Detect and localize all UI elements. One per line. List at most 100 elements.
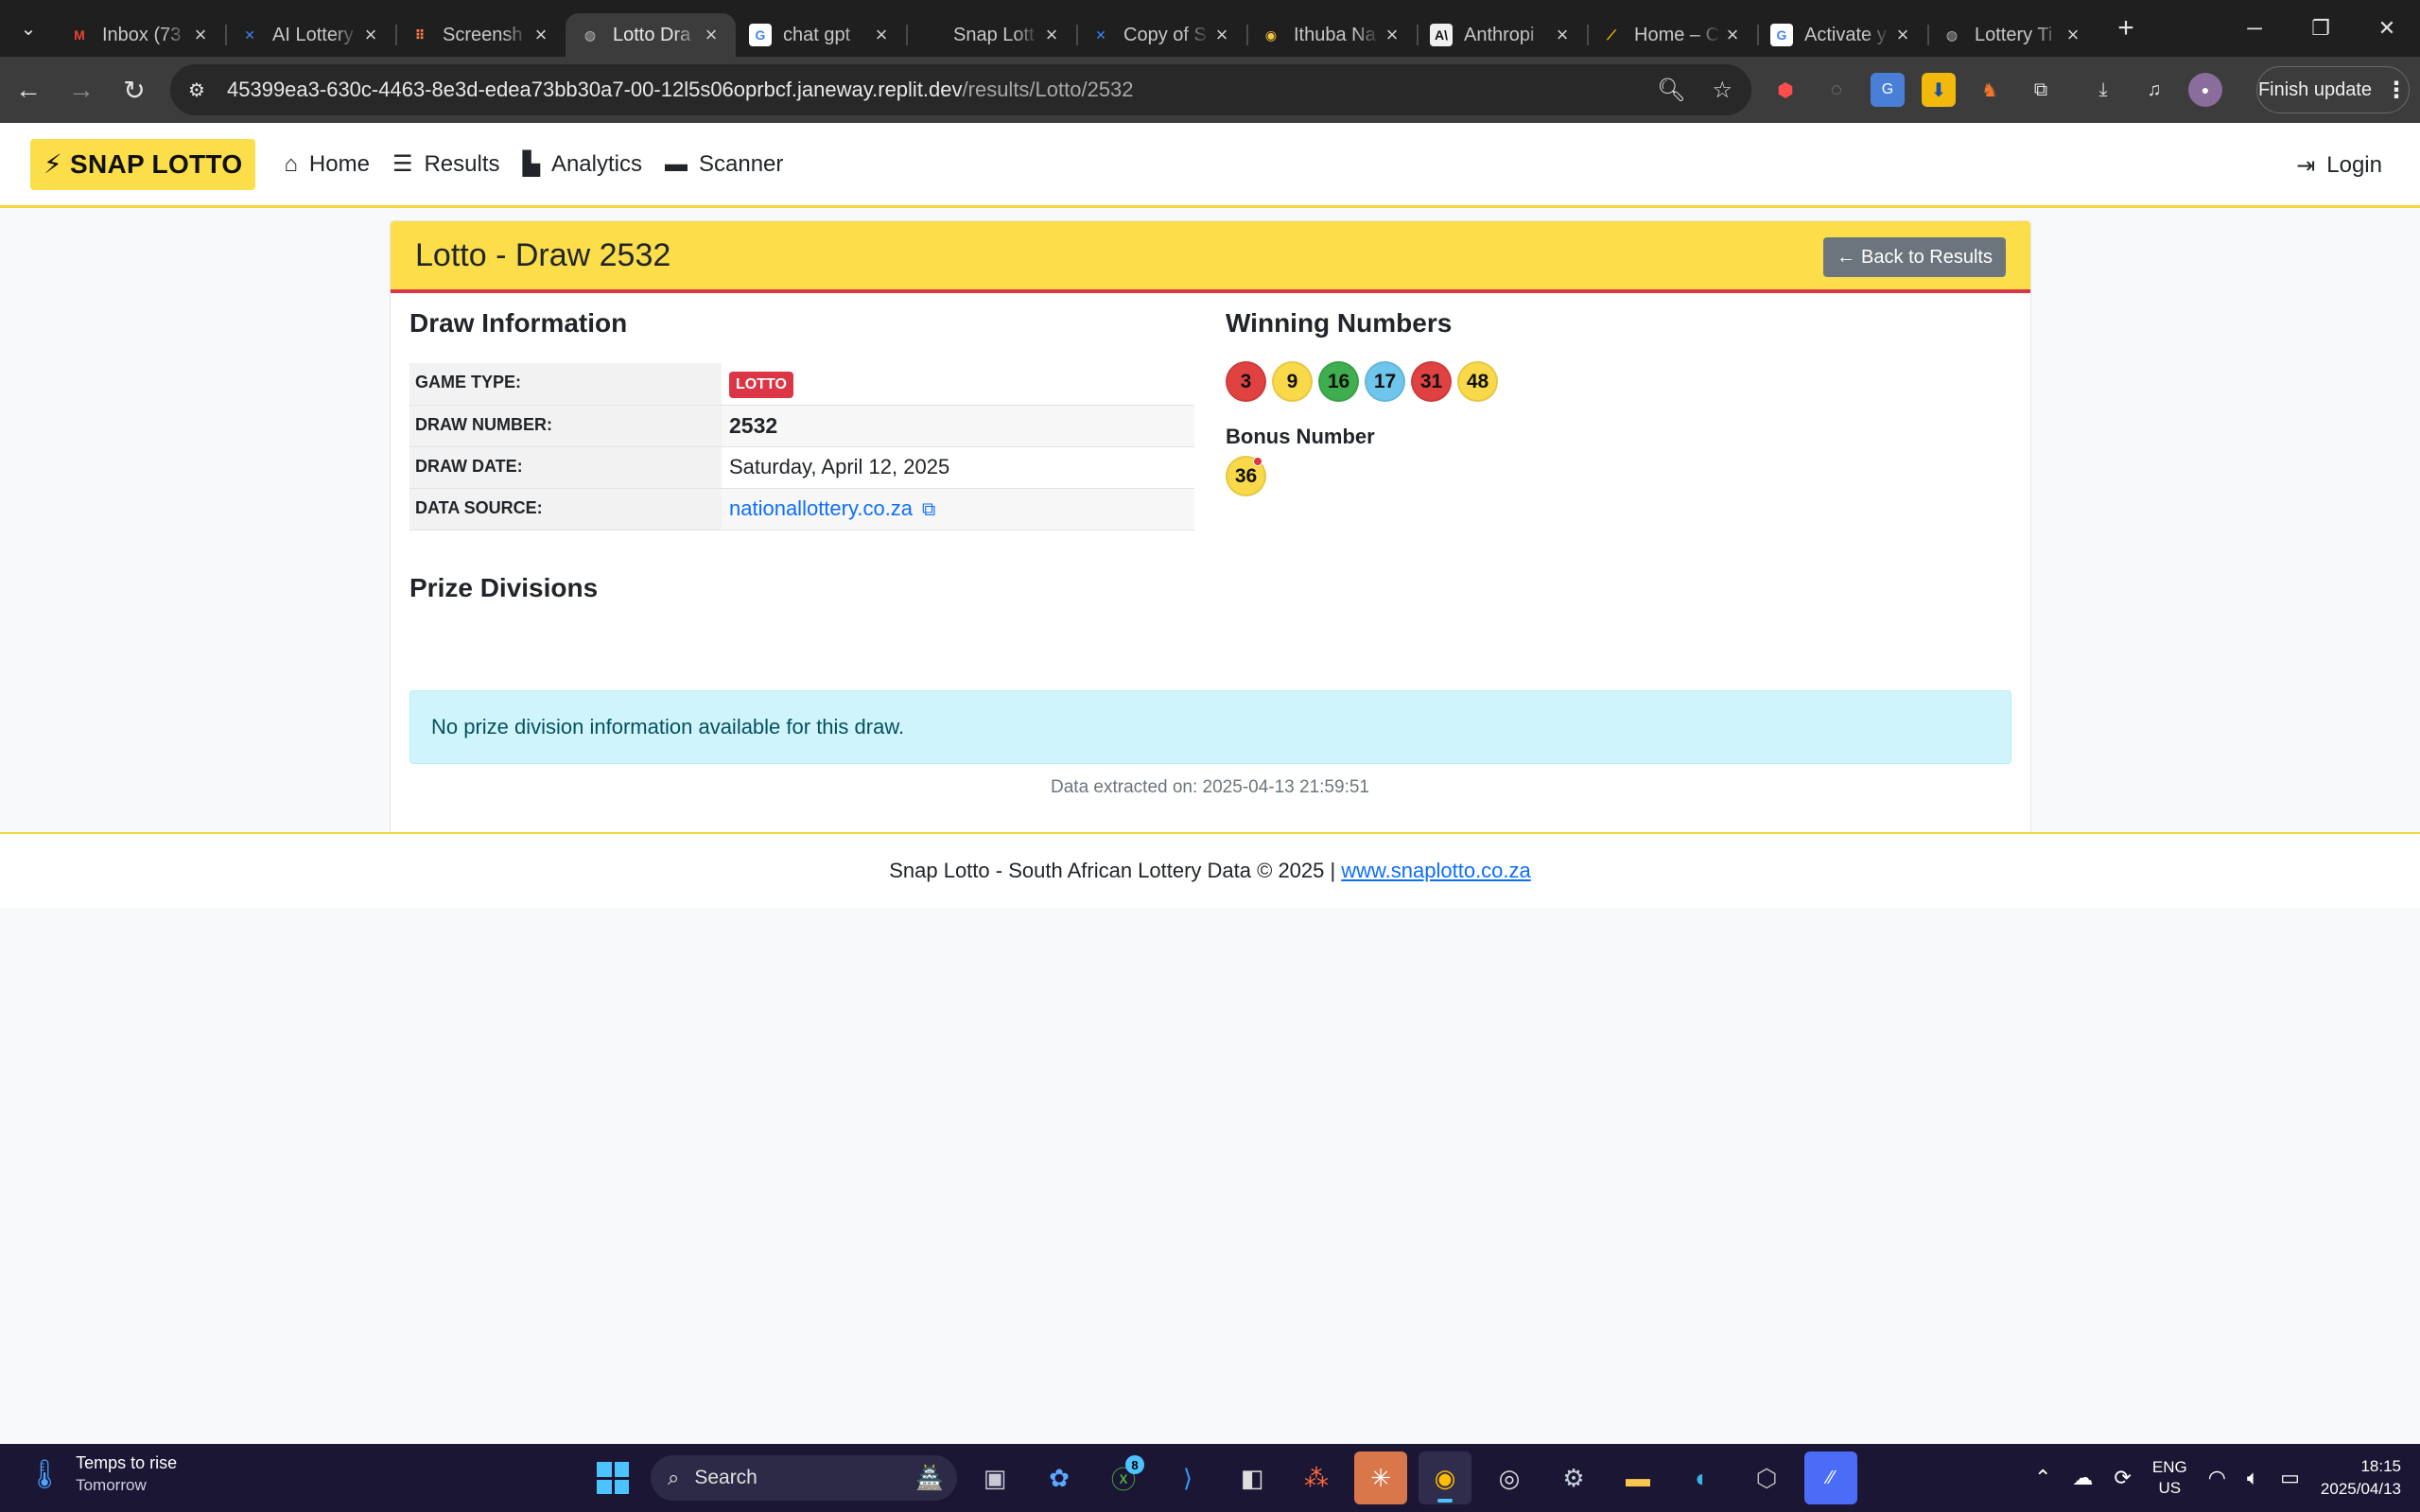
clock[interactable]: 18:15 2025/04/13 <box>2321 1455 2401 1501</box>
tab-title: Ithuba Na <box>1294 24 1376 45</box>
brand-logo[interactable]: ⚡ SNAP LOTTO <box>30 138 256 190</box>
browser-tab[interactable]: ⠿ Screensh × <box>395 13 566 57</box>
back-button[interactable]: ← <box>4 65 53 114</box>
restore-button[interactable]: ❐ <box>2288 0 2354 57</box>
tab-close-icon[interactable]: × <box>1891 23 1914 47</box>
app-blue-square-icon[interactable]: ⁄⁄ <box>1804 1451 1857 1504</box>
tab-close-icon[interactable]: × <box>359 23 382 47</box>
media-control-icon[interactable]: ♫ <box>2137 73 2171 107</box>
bonus-numbers: 36 <box>1226 456 1266 496</box>
login-link[interactable]: ⇥ Login <box>2296 140 2382 191</box>
chrome-icon[interactable]: ◉ <box>1419 1451 1471 1504</box>
new-tab-button[interactable]: + <box>2107 9 2145 47</box>
cursor-app-icon[interactable]: ◧ <box>1226 1451 1279 1504</box>
forward-button[interactable]: → <box>57 65 106 114</box>
browser-tab[interactable]: Snap Lott × <box>906 13 1076 57</box>
clock-time: 18:15 <box>2360 1457 2401 1475</box>
start-button[interactable] <box>586 1451 639 1504</box>
browser-tab[interactable]: ✕ Copy of S × <box>1076 13 1246 57</box>
close-window-button[interactable]: ✕ <box>2354 0 2420 57</box>
draw-card-header: Lotto - Draw 2532 ← Back to Results <box>391 221 2030 293</box>
battery-icon[interactable]: ▭ <box>2280 1466 2300 1490</box>
weather-line2: Tomorrow <box>76 1476 147 1494</box>
winning-ball: 17 <box>1365 361 1405 402</box>
browser-tab[interactable]: A\ Anthropi × <box>1417 13 1587 57</box>
tab-close-icon[interactable]: × <box>2062 23 2084 47</box>
browser-tab[interactable]: Gchat gpt × <box>736 13 906 57</box>
extension-fox-icon[interactable]: ♞ <box>1973 73 2007 107</box>
file-explorer-icon[interactable]: ▬ <box>1611 1451 1664 1504</box>
onedrive-cloud-icon[interactable]: ☁ <box>2072 1466 2093 1490</box>
extension-circle-icon[interactable]: ◌ <box>1819 73 1854 107</box>
browser-tab[interactable]: ◍ Lotto Dra × <box>566 13 736 57</box>
vscode-icon[interactable]: ⟩ <box>1161 1451 1214 1504</box>
extension-download-icon[interactable]: ⬇ <box>1922 73 1956 107</box>
claude-icon[interactable]: ✳ <box>1354 1451 1407 1504</box>
bookmark-star-icon[interactable]: ☆ <box>1712 77 1732 104</box>
extensions-puzzle-icon[interactable]: ⧉ <box>2024 73 2058 107</box>
browser-tab[interactable]: ⟋ Home – C × <box>1587 13 1757 57</box>
minimize-button[interactable]: ─ <box>2221 0 2288 57</box>
chart-icon: ▙ <box>522 151 540 177</box>
back-to-results-button[interactable]: ← Back to Results <box>1823 237 2006 277</box>
nav-analytics[interactable]: ▙ Analytics <box>522 139 642 190</box>
task-view-icon[interactable]: ▣ <box>968 1451 1021 1504</box>
tab-close-icon[interactable]: × <box>700 23 723 47</box>
tab-close-icon[interactable]: × <box>1381 23 1403 47</box>
taskbar-search[interactable]: ⌕ Search 🏯 <box>651 1455 957 1501</box>
zoom-icon[interactable]: 🔍︎ <box>1657 77 1685 104</box>
tab-close-icon[interactable]: × <box>1721 23 1744 47</box>
weather-widget[interactable]: 🌡︎ Temps to rise Tomorrow <box>26 1453 177 1495</box>
steam-icon[interactable]: ⚙ <box>1547 1451 1600 1504</box>
browser-tab[interactable]: ◉ Ithuba Na × <box>1246 13 1417 57</box>
nav-results[interactable]: ☰ Results <box>392 139 500 190</box>
nav-links: ⌂ Home ☰ Results ▙ Analytics ▬ Scanner <box>284 139 783 190</box>
sync-icon[interactable]: ⟳ <box>2114 1466 2131 1490</box>
browser-tab[interactable]: G Activate y × <box>1757 13 1927 57</box>
tab-search-button[interactable]: ⌄ <box>9 9 47 47</box>
site-info-icon[interactable]: ⚙ <box>176 69 218 111</box>
xbox-icon[interactable]: ⓧ 8 <box>1097 1451 1150 1504</box>
browser-tab[interactable]: ◍ Lottery Ti × <box>1927 13 2098 57</box>
page-title: Lotto - Draw 2532 <box>415 236 671 273</box>
input-language[interactable]: ENG US <box>2152 1457 2187 1499</box>
tab-close-icon[interactable]: × <box>189 23 212 47</box>
draw-date-value: Saturday, April 12, 2025 <box>722 446 1194 489</box>
davinci-icon[interactable]: ⁂ <box>1290 1451 1343 1504</box>
copilot-icon[interactable]: ✿ <box>1033 1451 1086 1504</box>
address-bar[interactable]: ⚙ 45399ea3-630c-4463-8e3d-edea73bb30a7-0… <box>170 64 1751 115</box>
downloads-icon[interactable]: ⤓ <box>2086 73 2120 107</box>
tab-close-icon[interactable]: × <box>1551 23 1574 47</box>
tab-title: AI Lottery <box>272 24 354 45</box>
tab-favicon-icon: G <box>749 24 772 46</box>
edge-icon[interactable]: ◐ <box>1676 1451 1729 1504</box>
bonus-number-title: Bonus Number <box>1226 425 1375 448</box>
extension-translate-icon[interactable]: G <box>1871 73 1905 107</box>
url-text[interactable]: 45399ea3-630c-4463-8e3d-edea73bb30a7-00-… <box>227 78 1134 102</box>
data-source-link[interactable]: nationallottery.co.za ⧉ <box>729 496 935 520</box>
nav-scanner[interactable]: ▬ Scanner <box>665 139 783 190</box>
winning-ball: 31 <box>1411 361 1452 402</box>
browser-tab[interactable]: ✕ AI Lottery × <box>225 13 395 57</box>
draw-number-cell: 2532 <box>722 405 1194 447</box>
wifi-icon[interactable]: ◠ <box>2208 1466 2226 1490</box>
finish-update-button[interactable]: Finish update ⋮ <box>2256 66 2410 113</box>
footer-link[interactable]: www.snaplotto.co.za <box>1341 859 1531 883</box>
nav-home[interactable]: ⌂ Home <box>284 139 370 190</box>
chevron-up-icon[interactable]: ⌃ <box>2034 1466 2051 1490</box>
tab-close-icon[interactable]: × <box>870 23 893 47</box>
game-type-badge: LOTTO <box>729 371 793 398</box>
external-link-icon: ⧉ <box>922 499 936 520</box>
home-icon: ⌂ <box>284 150 298 177</box>
tab-close-icon[interactable]: × <box>530 23 552 47</box>
reload-button[interactable]: ↻ <box>110 65 159 114</box>
volume-icon[interactable]: 🔈︎ <box>2247 1466 2259 1490</box>
obs-icon[interactable]: ◎ <box>1483 1451 1536 1504</box>
browser-tab[interactable]: M Inbox (73 × <box>55 13 225 57</box>
app-cube-icon[interactable]: ⬡ <box>1740 1451 1793 1504</box>
menu-dots-icon[interactable]: ⋮ <box>2385 77 2408 104</box>
tab-close-icon[interactable]: × <box>1040 23 1063 47</box>
extension-shield-icon[interactable]: ⬢ <box>1768 73 1802 107</box>
tab-close-icon[interactable]: × <box>1210 23 1233 47</box>
profile-avatar-icon[interactable]: ● <box>2188 73 2222 107</box>
